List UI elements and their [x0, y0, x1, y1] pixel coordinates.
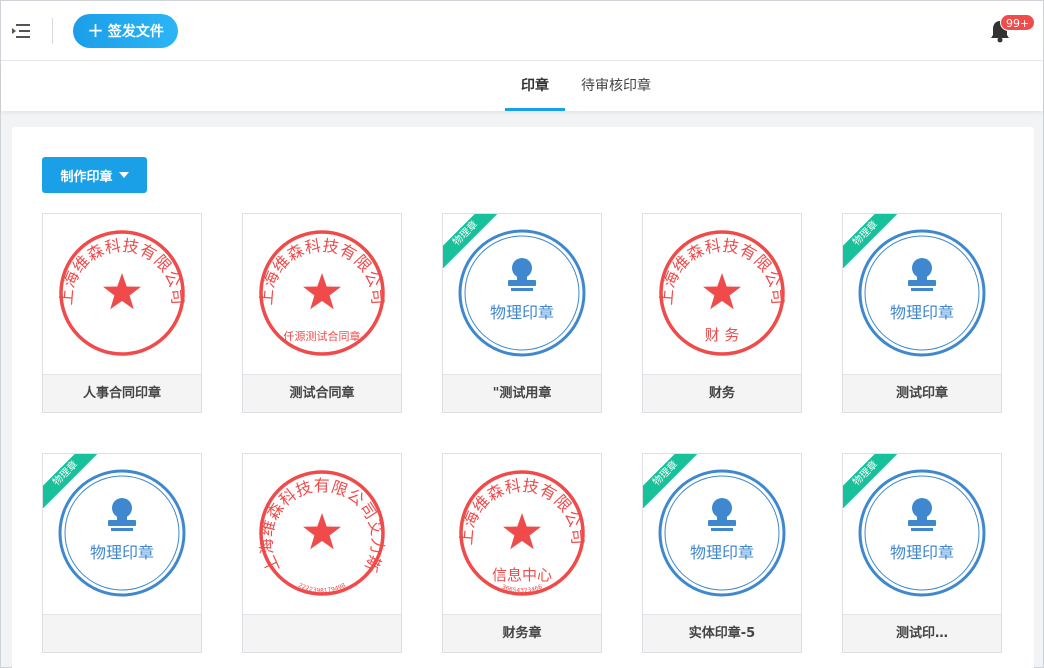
- stamp-icon: [908, 258, 936, 291]
- seal-image: 上海维森科技有限公司艾力斯 2222398179498: [243, 454, 401, 614]
- seal-outer-ring: [58, 469, 186, 597]
- seal-center-text: 物理印章: [690, 543, 754, 562]
- seal-bottom-text: 财 务: [705, 326, 740, 344]
- stamp-icon: [108, 498, 136, 531]
- physical-seal-icon: 物理印章: [458, 229, 586, 357]
- star-icon: [703, 273, 741, 310]
- send-document-button[interactable]: + 签发文件: [73, 14, 178, 48]
- stamp-icon: [708, 498, 736, 531]
- seal-bottom-text: 仟源测试合同章: [284, 329, 361, 343]
- seal-image: 上海维森科技有限公司: [43, 214, 201, 374]
- seal-inner-ring: [64, 475, 180, 591]
- seal-card[interactable]: 物理印章 物理章: [42, 453, 202, 653]
- seal-card[interactable]: 物理印章 物理章 测试印…: [842, 453, 1002, 653]
- seal-outer-ring: [858, 229, 986, 357]
- seal-center-text: 物理印章: [890, 303, 954, 322]
- seal-outer-ring: [458, 229, 586, 357]
- plus-icon: +: [87, 18, 104, 42]
- seal-card[interactable]: 物理印章 物理章 "测试用章: [442, 213, 602, 413]
- seal-name-label: 测试印章: [843, 374, 1001, 412]
- physical-seal-icon: 物理印章: [658, 469, 786, 597]
- seal-name-label: "测试用章: [443, 374, 601, 412]
- physical-seal-icon: 物理印章: [858, 469, 986, 597]
- company-seal-icon: 上海维森科技有限公司: [57, 230, 187, 356]
- seal-image: 上海维森科技有限公司财 务: [643, 214, 801, 374]
- seal-name-label: [43, 614, 201, 652]
- seal-image: 上海维森科技有限公司 仟源测试合同章: [243, 214, 401, 374]
- top-bar: + 签发文件 99+: [1, 1, 1043, 61]
- star-icon: [103, 273, 141, 310]
- tab-seals[interactable]: 印章: [505, 61, 565, 111]
- seal-outer-ring: [658, 469, 786, 597]
- header-divider: [52, 18, 53, 44]
- seal-center-text: 物理印章: [490, 303, 554, 322]
- physical-seal-icon: 物理印章: [858, 229, 986, 357]
- seal-name-label: 财务章: [443, 614, 601, 652]
- star-icon: [303, 513, 341, 550]
- seal-name-label: 测试合同章: [243, 374, 401, 412]
- seal-center-text: 物理印章: [890, 543, 954, 562]
- star-icon: [503, 513, 541, 550]
- company-seal-icon: 上海维森科技有限公司信息中心36654323466: [457, 470, 587, 596]
- seal-inner-ring: [664, 475, 780, 591]
- seal-inner-ring: [464, 235, 580, 351]
- send-document-label: 签发文件: [107, 24, 164, 40]
- make-seal-button[interactable]: 制作印章: [42, 157, 147, 193]
- seal-card[interactable]: 物理印章 物理章 实体印章-5: [642, 453, 802, 653]
- seal-card[interactable]: 上海维森科技有限公司人事合同印章: [42, 213, 202, 413]
- seal-inner-ring: [864, 475, 980, 591]
- seal-inner-ring: [864, 235, 980, 351]
- seal-card[interactable]: 上海维森科技有限公司艾力斯 2222398179498: [242, 453, 402, 653]
- seal-card[interactable]: 上海维森科技有限公司财 务财务: [642, 213, 802, 413]
- seal-outer-ring: [858, 469, 986, 597]
- company-seal-icon: 上海维森科技有限公司仟源测试合同章: [257, 230, 387, 356]
- company-seal-icon: 上海维森科技有限公司艾力斯2222398179498: [257, 470, 387, 596]
- physical-seal-icon: 物理印章: [58, 469, 186, 597]
- seal-name-label: 实体印章-5: [643, 614, 801, 652]
- star-icon: [303, 273, 341, 310]
- menu-collapse-icon[interactable]: [11, 21, 33, 41]
- seal-list-panel: 制作印章 上海维森科技有限公司 人事合同印章 上海维森科技有限公司 仟源测试合同章 测试…: [12, 127, 1034, 668]
- stamp-icon: [908, 498, 936, 531]
- notification-badge: 99+: [1000, 14, 1036, 31]
- seal-name-label: 测试印…: [843, 614, 1001, 652]
- seal-bottom-text: 信息中心: [492, 566, 552, 584]
- seal-card[interactable]: 上海维森科技有限公司 仟源测试合同章测试合同章: [242, 213, 402, 413]
- seal-name-label: 人事合同印章: [43, 374, 201, 412]
- company-seal-icon: 上海维森科技有限公司财 务: [657, 230, 787, 356]
- caret-down-icon: [118, 172, 129, 178]
- tab-bar: 印章 待审核印章: [1, 61, 1043, 111]
- seal-card[interactable]: 物理印章 物理章 测试印章: [842, 213, 1002, 413]
- seal-center-text: 物理印章: [90, 543, 154, 562]
- seal-name-label: [243, 614, 401, 652]
- tab-pending-seals[interactable]: 待审核印章: [577, 61, 655, 111]
- seal-image: 上海维森科技有限公司 信息中心 36654323466: [443, 454, 601, 614]
- make-seal-label: 制作印章: [60, 169, 113, 185]
- stamp-icon: [508, 258, 536, 291]
- seal-card[interactable]: 上海维森科技有限公司 信息中心 36654323466 财务章: [442, 453, 602, 653]
- seal-name-label: 财务: [643, 374, 801, 412]
